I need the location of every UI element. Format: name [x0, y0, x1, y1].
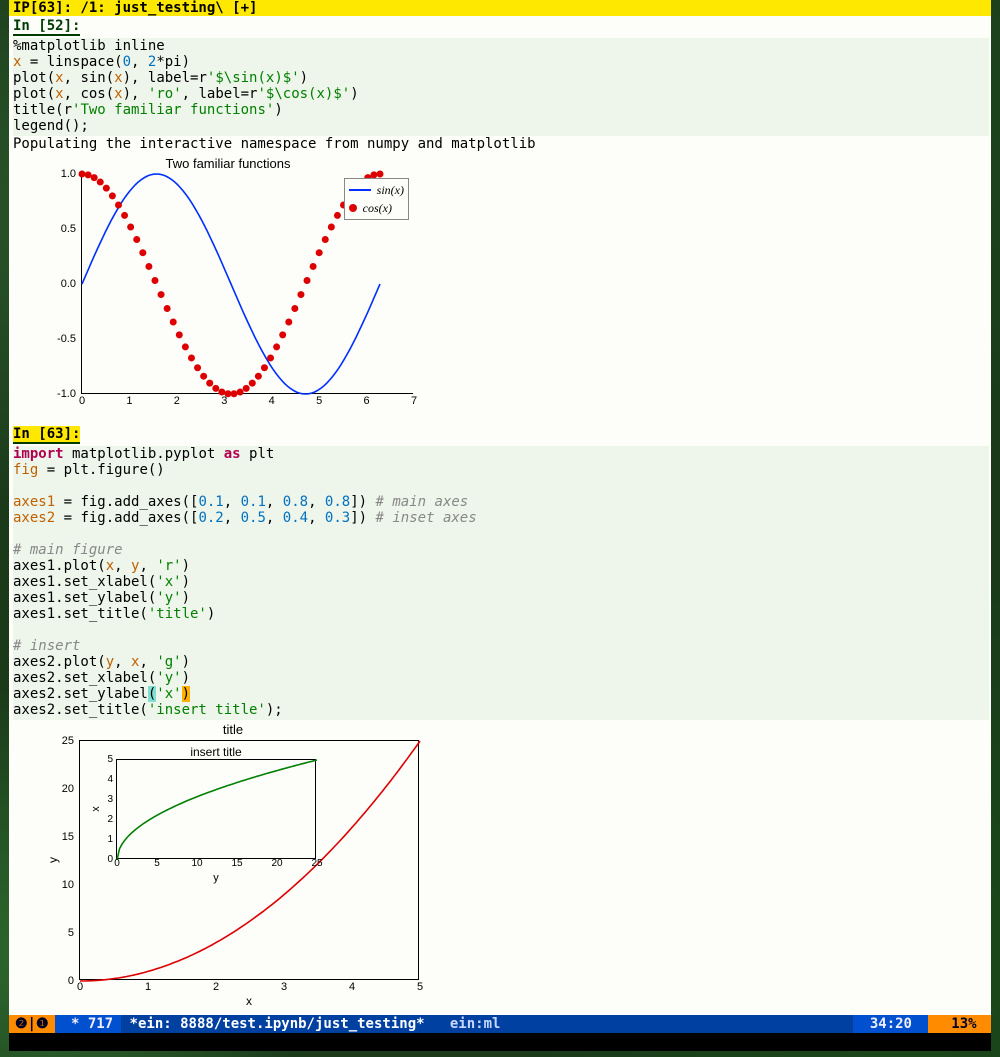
- inset-title: insert title: [117, 744, 315, 760]
- in-prompt-52: In [52]:: [13, 18, 80, 36]
- inset-ylabel: x: [88, 806, 104, 812]
- modeline: ❷|❶ * 717 *ein: 8888/test.ipynb/just_tes…: [9, 1015, 991, 1033]
- legend-sin: sin(x): [377, 182, 404, 198]
- modeline-modified: * 717: [55, 1015, 122, 1033]
- chart1-legend: sin(x) cos(x): [344, 178, 409, 220]
- chart2-title: title: [33, 722, 433, 738]
- chart2-axes: y x 0510152025012345 insert title x y 01…: [79, 740, 419, 980]
- legend-cos: cos(x): [363, 200, 392, 216]
- chart-two-familiar-functions: Two familiar functions sin(x) cos(x) -1.…: [33, 156, 423, 416]
- cell-52[interactable]: In [52]: %matplotlib inline x = linspace…: [9, 16, 991, 416]
- modeline-pos: 34:20: [853, 1015, 928, 1033]
- modeline-mode: ein:ml: [433, 1016, 509, 1032]
- chart2-xlabel: x: [246, 993, 252, 1009]
- modeline-buffer: *ein: 8888/test.ipynb/just_testing*: [121, 1016, 433, 1032]
- inset-xlabel: y: [213, 870, 219, 886]
- minibuffer[interactable]: [9, 1033, 991, 1051]
- window-title: IP[63]: /1: just_testing\ [+]: [9, 0, 991, 16]
- editor-frame: IP[63]: /1: just_testing\ [+] In [52]: %…: [9, 0, 991, 1020]
- chart2-inset: insert title x y 0123450510152025: [116, 759, 316, 859]
- output-52: Populating the interactive namespace fro…: [13, 136, 989, 152]
- chart1-axes: sin(x) cos(x) -1.0-0.50.00.51.001234567: [81, 174, 413, 394]
- code-63[interactable]: import matplotlib.pyplot as plt fig = pl…: [13, 446, 989, 720]
- inset-svg: [117, 760, 317, 860]
- in-prompt-63: In [63]:: [13, 426, 80, 444]
- chart-title-with-inset: title y x 0510152025012345 insert title …: [33, 722, 433, 1002]
- modeline-pct: 13%: [928, 1015, 991, 1033]
- legend-dot-icon: [349, 204, 357, 212]
- cell-63[interactable]: In [63]: import matplotlib.pyplot as plt…: [9, 424, 991, 1002]
- chart2-ylabel: y: [45, 857, 61, 863]
- legend-line-icon: [349, 189, 371, 191]
- chart1-title: Two familiar functions: [33, 156, 423, 172]
- modeline-workspace: ❷|❶: [9, 1015, 55, 1033]
- code-52[interactable]: %matplotlib inline x = linspace(0, 2*pi)…: [13, 38, 989, 136]
